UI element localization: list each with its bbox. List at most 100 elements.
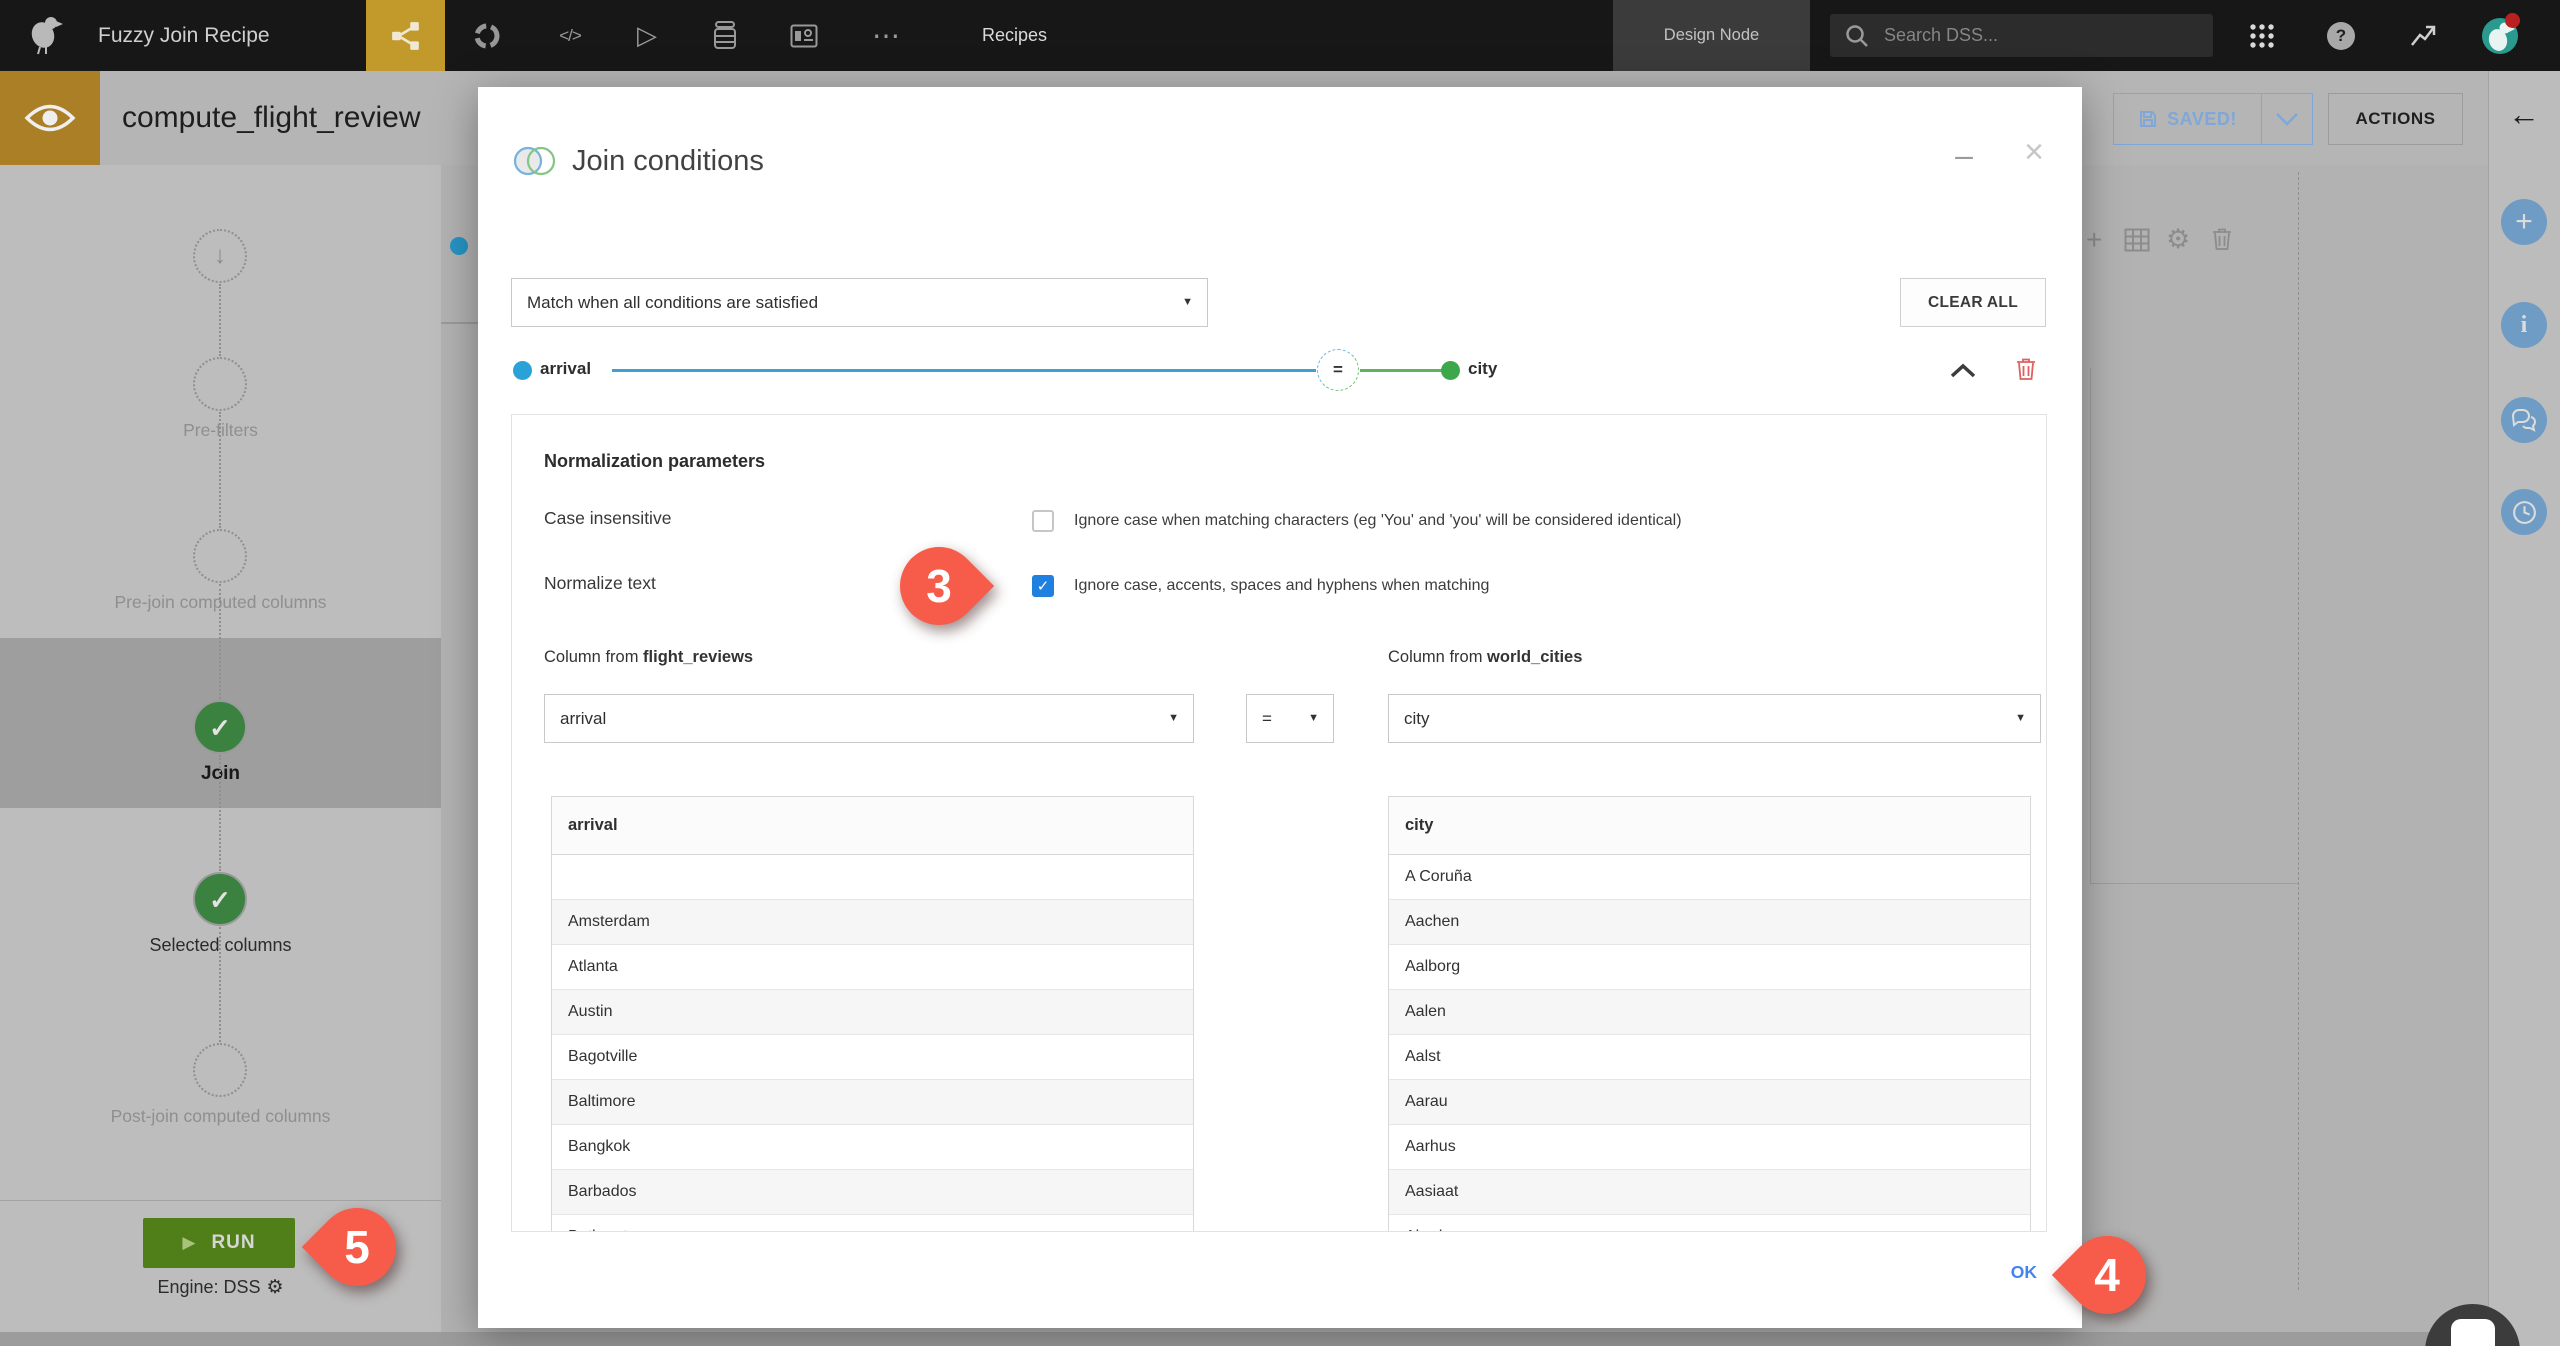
modal-title: Join conditions — [572, 145, 764, 177]
flow-tab-active[interactable] — [366, 0, 445, 71]
global-search[interactable] — [1830, 14, 2213, 57]
dataiku-logo-icon — [31, 17, 63, 55]
condition-operator-badge[interactable]: = — [1317, 349, 1359, 391]
background-gear-icon: ⚙ — [2166, 224, 2191, 254]
eye-icon — [24, 104, 76, 132]
table-row: Bathurst — [552, 1215, 1193, 1231]
dashboard-card-icon[interactable] — [790, 24, 818, 48]
annotation-3: 3 — [883, 530, 995, 642]
close-icon[interactable]: × — [2016, 133, 2052, 172]
right-preview-table: city A Coruña Aachen Aalborg Aalen Aalst Aara… — [1388, 796, 2031, 1231]
operator-select[interactable]: = ▼ — [1246, 694, 1334, 743]
apps-grid-icon[interactable] — [2248, 22, 2276, 50]
trend-arrow-icon[interactable] — [2410, 23, 2436, 49]
add-button[interactable]: + — [2501, 199, 2547, 245]
join-conditions-modal: Join conditions – × Match when all condi… — [478, 87, 2082, 1328]
annotation-5-number: 5 — [344, 1221, 370, 1273]
run-button[interactable]: ▶ RUN — [143, 1218, 295, 1268]
actions-button[interactable]: ACTIONS — [2328, 93, 2463, 145]
normalization-panel: Normalization parameters Case insensitiv… — [511, 414, 2047, 1232]
engine-label: Engine: DSS — [157, 1277, 261, 1297]
run-label: RUN — [211, 1232, 256, 1253]
step-connector-line — [219, 284, 221, 356]
table-body: A Coruña Aachen Aalborg Aalen Aalst Aarau Aarh… — [1389, 855, 2030, 1231]
left-column-select[interactable]: arrival ▼ — [544, 694, 1194, 743]
normalize-text-label: Normalize text — [544, 573, 656, 593]
table-row: Baltimore — [552, 1080, 1193, 1125]
table-row: Austin — [552, 990, 1193, 1035]
background-table-icon — [2124, 228, 2150, 252]
column-from-right-label: Column from world_cities — [1388, 648, 1583, 666]
help-icon[interactable]: ? — [2327, 22, 2355, 50]
lab-ring-icon[interactable] — [472, 21, 502, 51]
normalize-text-description: Ignore case, accents, spaces and hyphens… — [1074, 577, 1490, 594]
table-row: Aachen — [1389, 900, 2030, 945]
background-trash-icon — [2213, 228, 2231, 250]
table-header: arrival — [552, 797, 1193, 855]
collapse-panel-arrow[interactable]: ← — [2488, 96, 2560, 133]
step-icon-join[interactable]: ✓ — [193, 700, 247, 754]
step-icon-selected-columns[interactable]: ✓ — [193, 871, 247, 926]
table-row: Aalborg — [1389, 945, 2030, 990]
table-body: Amsterdam Atlanta Austin Bagotville Baltimor… — [552, 855, 1193, 1231]
right-column-select[interactable]: city ▼ — [1388, 694, 2041, 743]
match-mode-select[interactable]: Match when all conditions are satisfied … — [511, 278, 1208, 327]
breadcrumb-recipes[interactable]: Recipes — [982, 0, 1047, 71]
table-row: Aasiaat — [1389, 1170, 2030, 1215]
condition-left-column: arrival — [540, 359, 592, 378]
annotation-3-number: 3 — [926, 560, 952, 612]
saved-dropdown-button[interactable] — [2262, 93, 2313, 145]
ok-button[interactable]: OK — [2011, 1262, 2037, 1283]
case-insensitive-description: Ignore case when matching characters (eg… — [1074, 512, 1682, 529]
background-panel-edge — [2090, 368, 2091, 884]
annotation-4-number: 4 — [2094, 1249, 2120, 1301]
background-divider — [441, 322, 478, 324]
step-connector-line — [219, 926, 221, 1042]
step-icon-pre-join-computed-columns[interactable] — [193, 528, 247, 583]
caret-down-icon: ▼ — [1308, 712, 1319, 724]
table-row: Atlanta — [552, 945, 1193, 990]
caret-down-icon: ▼ — [1168, 712, 1179, 724]
table-row: Aalen — [1389, 990, 2030, 1035]
condition-left-line — [612, 369, 1316, 372]
case-insensitive-checkbox[interactable] — [1032, 510, 1054, 532]
step-icon-post-join-computed-columns[interactable] — [193, 1043, 247, 1097]
actions-label: ACTIONS — [2355, 109, 2436, 128]
background-panel-edge — [2090, 883, 2298, 884]
annotation-5: 5 — [301, 1191, 413, 1303]
history-button[interactable] — [2501, 489, 2547, 535]
step-connector-line — [219, 412, 221, 528]
notification-dot — [2505, 13, 2520, 28]
minimize-icon[interactable]: – — [1946, 137, 1982, 174]
column-from-left-label: Column from flight_reviews — [544, 648, 754, 666]
info-button[interactable]: i — [2501, 302, 2547, 348]
flow-icon — [391, 21, 419, 50]
step-connector-line — [219, 583, 221, 699]
collapse-chevron-up-icon[interactable] — [1948, 363, 1978, 379]
discussions-button[interactable] — [2501, 397, 2547, 443]
normalize-text-checkbox[interactable]: ✓ — [1032, 575, 1054, 597]
step-connector-line — [219, 755, 221, 871]
engine-settings-gear-icon[interactable]: ⚙ — [267, 1277, 284, 1298]
case-insensitive-label: Case insensitive — [544, 508, 672, 528]
jobs-play-icon[interactable]: ▷ — [625, 0, 669, 71]
delete-condition-trash-icon[interactable] — [2016, 357, 2036, 381]
right-dataset-dot — [1441, 361, 1460, 380]
condition-right-line — [1360, 369, 1442, 372]
saved-button[interactable]: SAVED! — [2113, 93, 2262, 145]
datasets-jar-icon[interactable] — [712, 20, 738, 50]
design-node-badge[interactable]: Design Node — [1613, 0, 1810, 71]
table-row: Bangkok — [552, 1125, 1193, 1170]
background-add-icon: + — [2086, 224, 2103, 255]
more-menu-ellipsis-icon[interactable]: ⋯ — [864, 0, 908, 71]
top-navigation-bar: Fuzzy Join Recipe </> ▷ ⋯ Recipes Design… — [0, 0, 2560, 71]
step-icon-pre-filters[interactable] — [193, 357, 247, 411]
background-dashed-guide — [2298, 172, 2299, 1290]
table-header: city — [1389, 797, 2030, 855]
sidebar-divider — [0, 1200, 441, 1201]
step-label[interactable]: Post-join computed columns — [0, 1106, 441, 1127]
clear-all-button[interactable]: CLEAR ALL — [1900, 278, 2046, 327]
code-icon[interactable]: </> — [545, 0, 595, 71]
search-input[interactable] — [1882, 24, 2186, 47]
saved-label: SAVED! — [2167, 108, 2237, 129]
